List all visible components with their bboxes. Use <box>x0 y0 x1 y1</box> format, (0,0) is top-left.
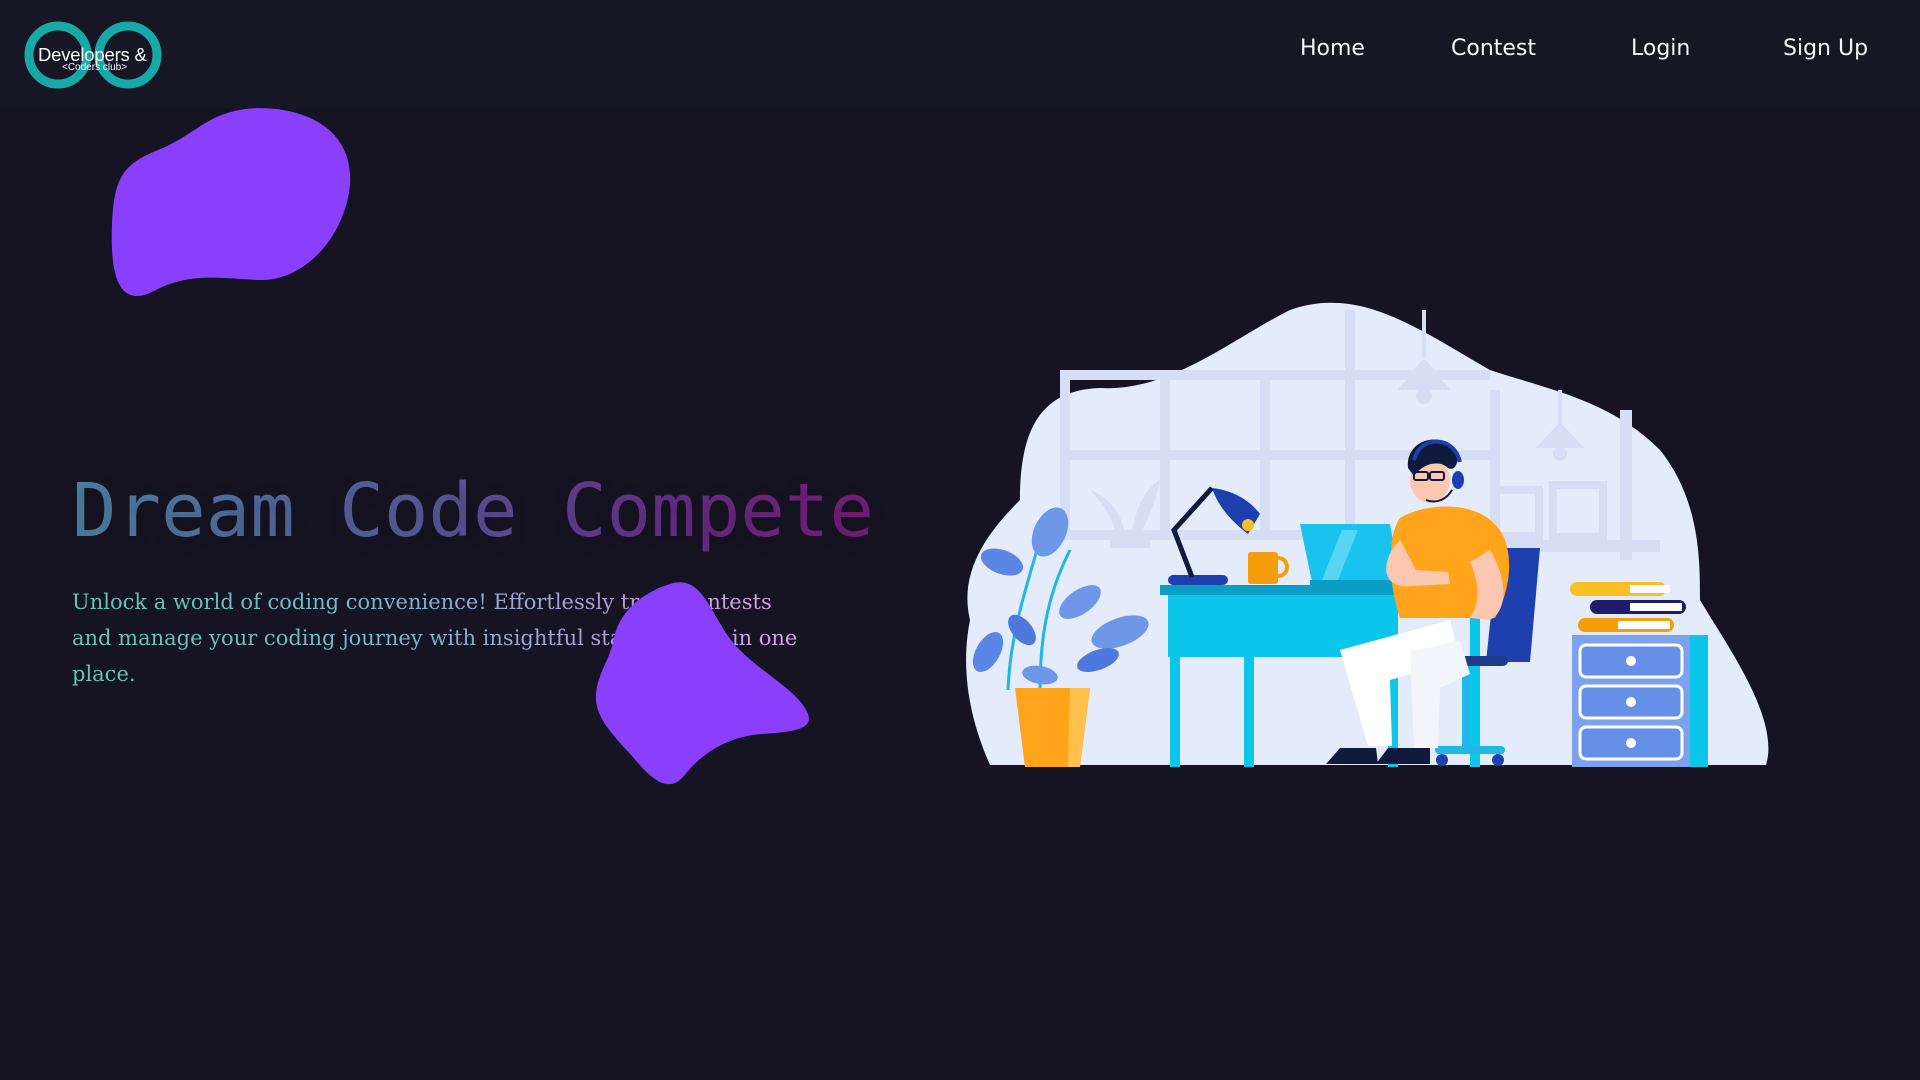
decorative-blob-middle <box>595 582 809 785</box>
nav-home[interactable]: Home <box>1300 36 1365 61</box>
developer-at-desk-illustration <box>966 302 1769 767</box>
decorative-blob-top <box>111 108 351 296</box>
hero-title: Dream Code Compete <box>72 468 874 554</box>
nav-contest[interactable]: Contest <box>1451 36 1536 61</box>
logo-subtitle: <Coders club> <box>62 62 128 73</box>
nav-login[interactable]: Login <box>1631 36 1690 61</box>
landing-page: Developers & <Coders club> Home Contest … <box>0 0 1920 1080</box>
header: Developers & <Coders club> Home Contest … <box>0 0 1920 108</box>
site-logo[interactable]: Developers & <Coders club> <box>24 20 164 90</box>
nav-sign-up[interactable]: Sign Up <box>1783 36 1868 61</box>
